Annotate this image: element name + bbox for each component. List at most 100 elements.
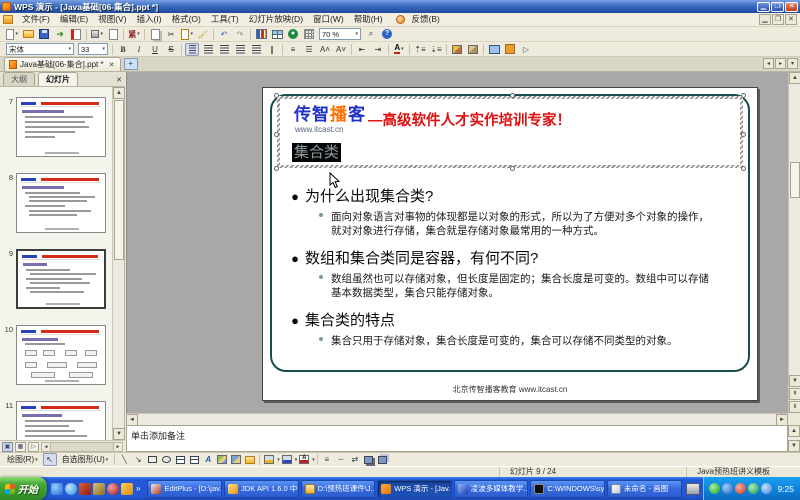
panel-h-scroll-right-icon[interactable]: ►	[113, 442, 122, 451]
tab-slides[interactable]: 幻灯片	[38, 72, 78, 86]
thumbnail-slide-9-current[interactable]: 9	[0, 249, 113, 309]
minimize-button[interactable]: ▁	[757, 1, 770, 12]
resize-handle[interactable]	[741, 132, 746, 137]
panel-scroll-thumb[interactable]	[114, 100, 124, 260]
tab-scroll-left-button[interactable]: ◂	[763, 58, 774, 69]
draw-menu-button[interactable]: 绘图(R) ▾	[3, 454, 42, 466]
taskbar-cmd-button[interactable]: C:\WINDOWS\sy...	[530, 479, 605, 498]
tab-close-icon[interactable]: ✕	[108, 61, 116, 69]
zoom-select[interactable]: 70 % ▾	[319, 28, 361, 40]
align-right-button[interactable]	[217, 43, 231, 56]
menu-help[interactable]: 帮助(H)	[349, 13, 388, 26]
scroll-down-icon[interactable]: ▼	[789, 375, 800, 387]
play-slideshow-button[interactable]: ▷	[519, 43, 533, 56]
thumbnail-slide-8[interactable]: 8	[0, 173, 113, 233]
align-left-button[interactable]	[185, 42, 199, 56]
increase-font-button[interactable]: A˄	[318, 43, 332, 56]
start-button[interactable]: 开始	[0, 477, 47, 500]
scroll-up-icon[interactable]: ▲	[789, 72, 800, 84]
menu-file[interactable]: 文件(F)	[17, 13, 55, 26]
slide-canvas[interactable]: 传智播客 www.itcast.cn —高级软件人才实作培训专家！ 集合类 ● 为…	[262, 87, 758, 401]
increase-indent-button[interactable]: ⇥	[371, 43, 385, 56]
menu-tools[interactable]: 工具(T)	[206, 13, 244, 26]
panel-h-scroll-left-icon[interactable]: ◄	[42, 442, 51, 451]
align-justify-button[interactable]	[233, 43, 247, 56]
menu-format[interactable]: 格式(O)	[167, 13, 206, 26]
select-objects-button[interactable]: ↖	[42, 453, 57, 466]
decrease-indent-button[interactable]: ⇤	[355, 43, 369, 56]
panel-scroll-up-icon[interactable]: ▲	[113, 87, 125, 99]
insert-chart-button[interactable]	[254, 28, 268, 41]
menu-window[interactable]: 窗口(W)	[308, 13, 349, 26]
slide-body-text[interactable]: ● 为什么出现集合类? 面向对象语言对事物的体现都是以对象的形式，所以为了方便对多…	[285, 176, 741, 350]
cut-button[interactable]: ✂	[164, 28, 178, 41]
thumbnail-slide-7[interactable]: 7	[0, 97, 113, 157]
tray-red-icon[interactable]	[735, 483, 747, 494]
new-document-button[interactable]: ▾	[5, 28, 19, 41]
restore-button[interactable]: ❐	[771, 1, 784, 12]
resize-handle[interactable]	[274, 166, 279, 171]
line-spacing-increase-button[interactable]: ⇡≡	[413, 43, 427, 56]
panel-scrollbar[interactable]: ▲ ▼	[112, 87, 125, 440]
insert-table-button[interactable]	[270, 28, 284, 41]
font-size-select[interactable]: 33 ▾	[78, 43, 108, 55]
insert-file-button[interactable]	[244, 454, 256, 465]
quicklaunch-app3-icon[interactable]	[107, 482, 119, 495]
resize-handle[interactable]	[510, 166, 515, 171]
quicklaunch-overflow-icon[interactable]: »	[136, 484, 140, 493]
insert-media-button[interactable]: ●	[286, 28, 300, 41]
previous-slide-icon[interactable]: ⇞	[789, 388, 800, 400]
thumbnail-slide-11[interactable]: 11	[0, 401, 113, 440]
doc-close-button[interactable]: ✕	[785, 14, 797, 25]
fill-color-button[interactable]	[263, 454, 275, 465]
next-slide-icon[interactable]: ⇟	[789, 401, 800, 413]
numbered-list-button[interactable]: ≡	[286, 43, 300, 56]
menu-view[interactable]: 视图(V)	[93, 13, 131, 26]
document-tab[interactable]: Java基础[06-集合].ppt * ✕	[4, 57, 121, 71]
main-h-scrollbar[interactable]: ◄ ►	[126, 413, 788, 426]
close-button[interactable]: ✕	[785, 1, 798, 12]
align-distribute-button[interactable]	[249, 43, 263, 56]
printer-status-icon[interactable]	[686, 482, 701, 495]
resize-handle[interactable]	[274, 132, 279, 137]
taskbar-paint-button[interactable]: 未命名 - 画图	[606, 479, 682, 498]
menu-feedback[interactable]: 反馈(B)	[407, 13, 445, 26]
dash-style-button[interactable]: ┄	[335, 454, 347, 465]
doc-minimize-button[interactable]: ▁	[759, 14, 771, 25]
panel-close-icon[interactable]: ✕	[116, 76, 122, 84]
underline-button[interactable]: U	[148, 43, 162, 56]
save-button[interactable]	[37, 28, 51, 41]
taskbar-jdk-api-button[interactable]: JDK API 1.6.0 中...	[224, 479, 299, 498]
taskbar-folder-button[interactable]: D:\预热班课件\J...	[300, 479, 376, 498]
format-painter-button[interactable]: 🖌	[196, 28, 210, 41]
ellipse-tool-button[interactable]	[160, 454, 172, 465]
doc-restore-button[interactable]: ❐	[772, 14, 784, 25]
bullet-list-button[interactable]: ☰	[302, 43, 316, 56]
tray-green-icon[interactable]	[709, 483, 721, 494]
help-button[interactable]: ?	[380, 28, 394, 41]
strikethrough-button[interactable]: S	[164, 43, 178, 56]
print-button[interactable]: ▾	[90, 28, 104, 41]
normal-view-icon[interactable]: ▣	[2, 441, 13, 452]
tab-outline[interactable]: 大纲	[3, 72, 35, 86]
decrease-font-button[interactable]: A˅	[334, 43, 348, 56]
copy-button[interactable]	[148, 28, 162, 41]
slideshow-view-icon[interactable]: ▷	[28, 441, 39, 452]
quicklaunch-app1-icon[interactable]	[79, 482, 91, 495]
taskbar-lingbo-button[interactable]: 凌波多媒体教学...	[453, 479, 529, 498]
tray-shield-icon[interactable]	[748, 483, 760, 494]
slide-layout-button[interactable]	[466, 43, 480, 56]
tab-list-button[interactable]: ▾	[787, 58, 798, 69]
font-color-button[interactable]: A ▾	[392, 43, 406, 56]
panel-h-scrollbar[interactable]: ◄ ►	[41, 441, 123, 452]
export-button[interactable]: ➜	[53, 28, 67, 41]
tray-clock[interactable]: 9:25	[777, 484, 794, 494]
slide-sorter-button[interactable]	[503, 43, 517, 56]
print-preview-button[interactable]	[106, 28, 120, 41]
wordart-button[interactable]: A	[202, 454, 214, 465]
insert-picture-button[interactable]	[230, 454, 242, 465]
find-button[interactable]: ⌕	[364, 28, 378, 41]
paste-button[interactable]: ▾	[180, 28, 194, 41]
tray-update-icon[interactable]	[761, 483, 773, 494]
rectangle-tool-button[interactable]	[146, 454, 158, 465]
